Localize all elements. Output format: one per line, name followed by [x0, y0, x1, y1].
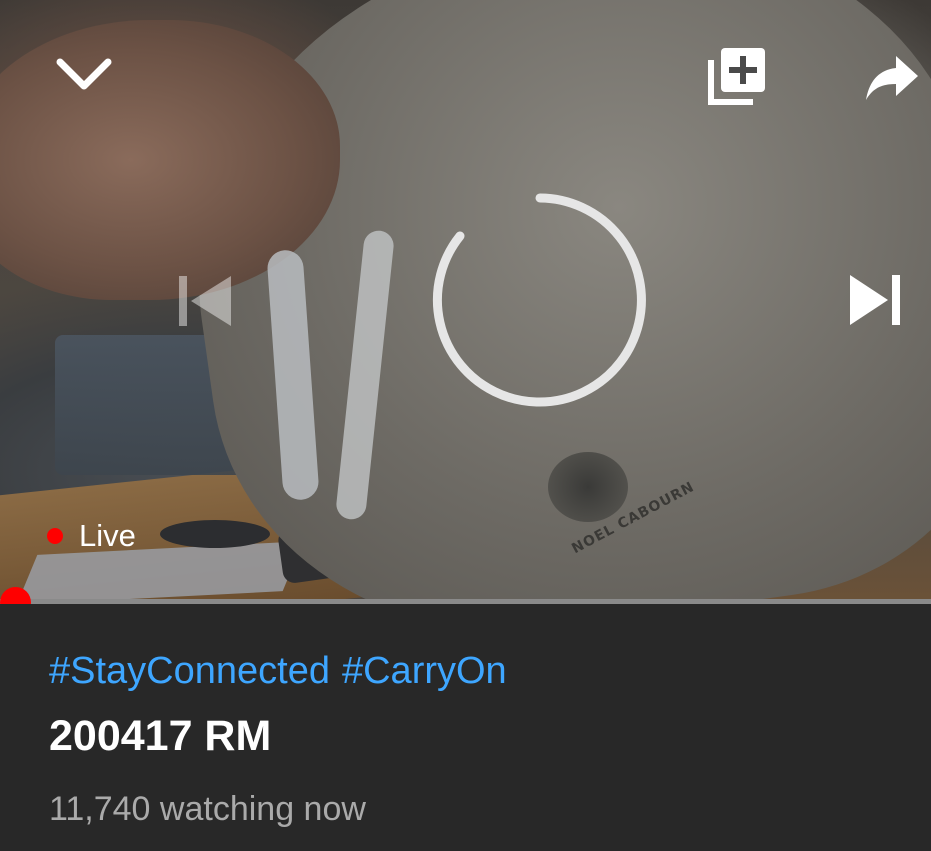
next-video-button[interactable] [843, 268, 907, 332]
skip-next-icon [850, 275, 900, 325]
previous-video-button[interactable] [170, 268, 238, 334]
share-button[interactable] [862, 50, 922, 106]
chevron-down-icon [56, 58, 112, 90]
skip-previous-icon [179, 276, 231, 326]
share-icon [866, 56, 918, 100]
video-frame-logo-patch [548, 452, 628, 522]
live-label: Live [79, 518, 136, 553]
add-to-queue-icon [708, 48, 765, 105]
add-to-queue-button[interactable] [703, 44, 771, 108]
video-title[interactable]: 200417 RM [49, 712, 271, 761]
hashtags: #StayConnected #CarryOn [49, 650, 507, 693]
hashtag-link[interactable]: #StayConnected [49, 650, 330, 692]
video-player[interactable]: NOEL CABOURN Live [0, 0, 931, 602]
hashtag-link[interactable]: #CarryOn [342, 650, 507, 692]
video-frame-mouse [160, 520, 270, 548]
collapse-button[interactable] [52, 44, 116, 104]
live-indicator[interactable]: Live [47, 518, 136, 554]
live-dot-icon [47, 528, 63, 544]
viewer-count: 11,740 watching now [49, 790, 366, 828]
loading-spinner-icon [432, 193, 646, 407]
video-info-panel: #StayConnected #CarryOn 200417 RM 11,740 … [0, 604, 931, 851]
loading-spinner [430, 190, 650, 410]
